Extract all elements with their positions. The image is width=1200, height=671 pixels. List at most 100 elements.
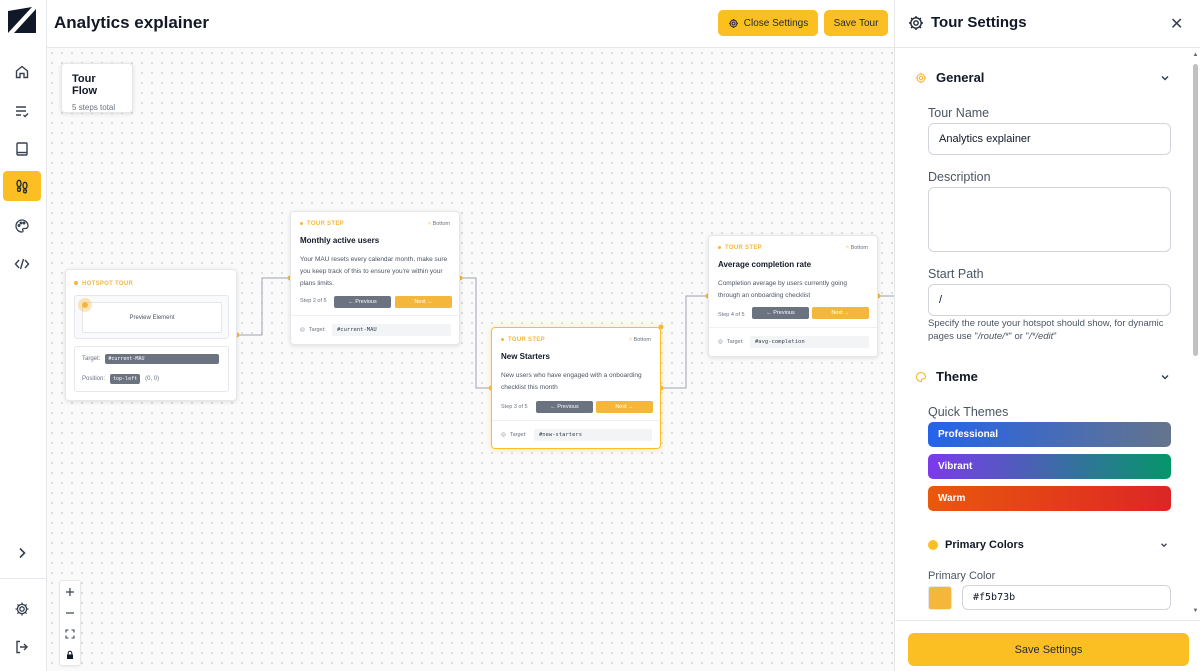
logout-icon xyxy=(16,640,28,654)
hotspot-node[interactable]: HOTSPOT TOUR Preview Element Target: #cu… xyxy=(65,269,237,401)
step-target-label: ◎ Target: xyxy=(501,432,527,438)
previous-button[interactable]: ← Previous xyxy=(334,296,391,308)
step-target-label: ◎ Target: xyxy=(300,327,326,333)
previous-button[interactable]: ← Previous xyxy=(536,401,593,413)
scroll-down-icon[interactable]: ▼ xyxy=(1192,608,1199,614)
step-divider xyxy=(291,315,459,316)
flow-canvas[interactable]: Tour Flow 5 steps total HOTSPOT TOUR Pre… xyxy=(47,48,894,671)
theme-warm-button[interactable]: Warm xyxy=(928,486,1171,511)
theme-heading: Theme xyxy=(936,369,978,384)
start-path-help: Specify the route your hotspot should sh… xyxy=(928,318,1164,342)
save-bar: Save Settings xyxy=(895,620,1200,671)
target-icon: ◎ xyxy=(300,327,305,333)
tour-name-input[interactable]: Analytics explainer xyxy=(928,123,1171,155)
gear-icon xyxy=(915,72,927,83)
step-title: New Starters xyxy=(501,352,550,361)
step-target-value: #avg-completion xyxy=(750,336,869,348)
preview-element: Preview Element xyxy=(82,302,222,333)
hotspot-beacon-icon[interactable] xyxy=(78,298,92,312)
target-value: #current-MAU xyxy=(105,354,220,364)
sidebar-logout-button[interactable] xyxy=(3,632,41,662)
target-icon: ◎ xyxy=(718,339,723,345)
zoom-in-button[interactable] xyxy=(60,581,80,602)
scroll-up-icon[interactable]: ▲ xyxy=(1192,52,1199,58)
book-icon xyxy=(16,142,28,156)
previous-button[interactable]: ← Previous xyxy=(752,307,809,319)
sidebar-settings-button[interactable] xyxy=(3,594,41,624)
general-heading: General xyxy=(936,70,985,85)
start-path-input[interactable]: / xyxy=(928,284,1171,316)
hotspot-target-row: Target: #current-MAU xyxy=(82,354,220,364)
app-logo[interactable] xyxy=(6,5,38,35)
step-counter: Step 4 of 5 xyxy=(718,312,745,318)
next-button[interactable]: Next → xyxy=(812,307,869,319)
sidebar-item-themes[interactable] xyxy=(3,211,41,241)
primary-colors-dot xyxy=(928,540,938,550)
tour-step-node[interactable]: TOUR STEP Bottom Average completion rate… xyxy=(708,235,878,357)
target-icon: ◎ xyxy=(501,432,506,438)
primary-colors-label: Primary Colors xyxy=(945,539,1024,551)
palette-icon xyxy=(915,371,927,382)
plus-icon xyxy=(66,587,74,596)
preview-element-box: Preview Element xyxy=(74,295,229,339)
tour-step-node-selected[interactable]: TOUR STEP Bottom New Starters New users … xyxy=(491,327,661,449)
step-target-value: #current-MAU xyxy=(332,324,451,336)
gear-icon xyxy=(728,18,738,28)
sidebar-item-checklists[interactable] xyxy=(3,96,41,126)
settings-header: Tour Settings ✕ xyxy=(895,0,1200,48)
footprints-icon xyxy=(16,179,28,194)
step-body: New users who have engaged with a onboar… xyxy=(501,372,642,391)
settings-title: Tour Settings xyxy=(931,14,1027,31)
primary-color-input[interactable]: #f5b73b xyxy=(962,585,1171,610)
step-body: Your MAU resets every calendar month, ma… xyxy=(300,256,448,287)
step-type-label: TOUR STEP xyxy=(300,221,344,227)
theme-section-header[interactable]: Theme xyxy=(915,369,978,384)
zoom-out-button[interactable] xyxy=(60,602,80,623)
chevron-down-icon[interactable] xyxy=(1159,72,1171,84)
primary-color-swatch[interactable] xyxy=(928,586,952,610)
close-settings-button[interactable]: Close Settings xyxy=(718,10,818,36)
tour-flow-title: Tour Flow xyxy=(72,73,98,97)
sidebar-item-home[interactable] xyxy=(3,57,41,87)
close-icon[interactable]: ✕ xyxy=(1170,14,1186,33)
sidebar xyxy=(0,0,47,671)
step-type-label: TOUR STEP xyxy=(718,245,762,251)
tour-step-node[interactable]: TOUR STEP Bottom Monthly active users Yo… xyxy=(290,211,460,345)
zoom-controls xyxy=(59,580,81,666)
sidebar-item-code[interactable] xyxy=(3,249,41,279)
scrollbar-thumb[interactable] xyxy=(1193,64,1198,356)
tour-flow-card: Tour Flow 5 steps total xyxy=(61,63,133,113)
fit-view-button[interactable] xyxy=(60,623,80,644)
save-settings-button[interactable]: Save Settings xyxy=(908,633,1189,666)
save-tour-button[interactable]: Save Tour xyxy=(824,10,888,36)
lock-button[interactable] xyxy=(60,644,80,665)
primary-color-label: Primary Color xyxy=(928,570,996,582)
quick-themes-label: Quick Themes xyxy=(928,405,1009,419)
primary-colors-header[interactable]: Primary Colors xyxy=(928,539,1024,551)
theme-professional-button[interactable]: Professional xyxy=(928,422,1171,447)
chevron-down-icon[interactable] xyxy=(1159,540,1169,550)
list-check-icon xyxy=(16,106,29,118)
general-section-header[interactable]: General xyxy=(915,70,984,85)
gear-icon xyxy=(909,16,923,30)
position-label: Position: xyxy=(82,376,106,382)
next-button[interactable]: Next → xyxy=(395,296,452,308)
sidebar-item-tours[interactable] xyxy=(3,171,41,201)
theme-vibrant-button[interactable]: Vibrant xyxy=(928,454,1171,479)
step-position: Bottom xyxy=(428,221,450,227)
position-offset: (0, 0) xyxy=(145,376,160,382)
step-position: Bottom xyxy=(846,245,868,251)
settings-panel: Tour Settings ✕ ▲ ▼ General Tour Name An… xyxy=(894,0,1200,671)
step-counter: Step 2 of 5 xyxy=(300,298,327,304)
step-divider xyxy=(709,327,877,328)
next-button[interactable]: Next → xyxy=(596,401,653,413)
step-counter: Step 3 of 5 xyxy=(501,404,528,410)
step-body: Completion average by users currently go… xyxy=(718,280,847,299)
tour-flow-subtitle: 5 steps total xyxy=(72,103,116,112)
description-textarea[interactable] xyxy=(928,187,1171,252)
sidebar-item-docs[interactable] xyxy=(3,134,41,164)
minus-icon xyxy=(66,611,74,614)
close-settings-label: Close Settings xyxy=(743,17,809,29)
sidebar-expand-button[interactable] xyxy=(3,538,41,568)
chevron-down-icon[interactable] xyxy=(1159,371,1171,383)
